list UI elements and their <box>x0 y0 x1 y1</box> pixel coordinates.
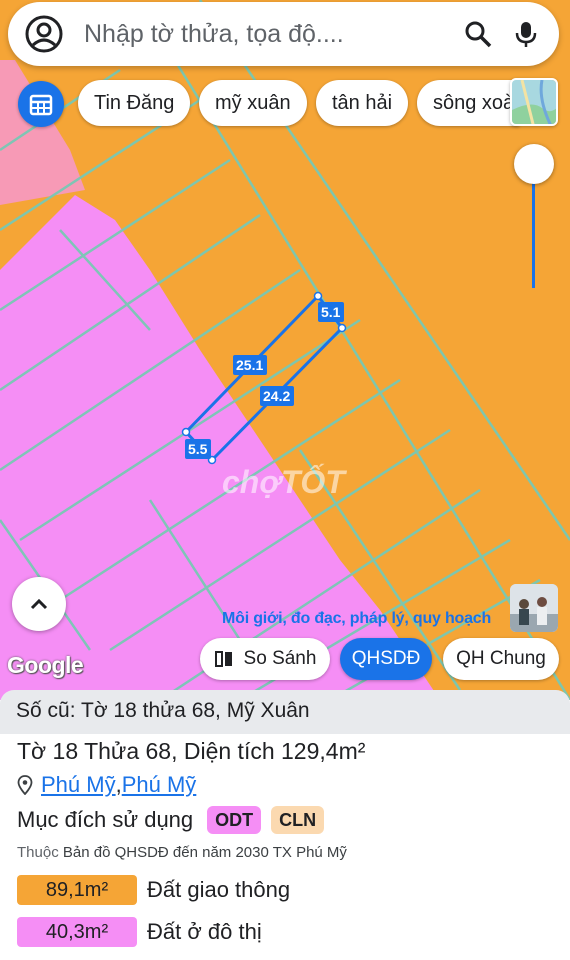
location-pin-icon <box>17 775 33 795</box>
google-logo: Google <box>7 652 84 678</box>
qh-chung-label: QH Chung <box>456 648 546 669</box>
parcel-info-sheet: Tờ 18 Thửa 68, Diện tích 129,4m² Phú Mỹ,… <box>0 734 570 960</box>
source-prefix: Thuộc <box>17 844 59 861</box>
old-reference-text: Số cũ: Tờ 18 thửa 68, Mỹ Xuân <box>16 699 310 722</box>
qh-chung-button[interactable]: QH Chung <box>443 638 559 680</box>
compare-button[interactable]: So Sánh <box>200 638 330 680</box>
parcel-title: Tờ 18 Thửa 68, Diện tích 129,4m² <box>17 738 366 764</box>
search-bar[interactable]: Nhập tờ thửa, tọa độ.... <box>8 2 559 66</box>
area-row-urban-residential: 40,3m² Đất ở đô thị <box>17 917 262 947</box>
expand-up-button[interactable] <box>12 577 66 631</box>
qhsdd-label: QHSDĐ <box>351 648 421 669</box>
area-value-traffic: 89,1m² <box>17 875 137 905</box>
chip-tan-hai[interactable]: tân hải <box>316 80 409 126</box>
chip-my-xuan[interactable]: mỹ xuân <box>199 80 307 126</box>
account-icon[interactable] <box>24 14 64 54</box>
chip-song-xoai[interactable]: sông xoài <box>417 80 519 126</box>
ad-photo-icon <box>510 584 558 632</box>
tag-odt: ODT <box>207 806 262 834</box>
area-row-traffic: 89,1m² Đất giao thông <box>17 875 290 905</box>
compare-icon <box>214 651 232 667</box>
area-label-urban-residential: Đất ở đô thị <box>147 919 262 944</box>
ward-link[interactable]: Phú Mỹ <box>41 772 116 798</box>
map-view[interactable]: 5.1 25.1 24.2 5.5 chợTỐT Nhập tờ thửa, t… <box>0 0 570 700</box>
qhsdd-button[interactable]: QHSDĐ <box>340 638 432 680</box>
calendar-button[interactable] <box>18 81 64 127</box>
edge-label-top: 5.1 <box>321 304 341 320</box>
purpose-label: Mục đích sử dụng <box>17 807 194 832</box>
map-layer-toggle[interactable] <box>510 78 558 126</box>
area-value-urban-residential: 40,3m² <box>17 917 137 947</box>
search-icon[interactable] <box>463 19 493 49</box>
ad-thumbnail[interactable] <box>510 584 558 632</box>
zoom-slider-track[interactable] <box>532 170 535 288</box>
tag-cln: CLN <box>271 806 325 834</box>
search-input[interactable]: Nhập tờ thửa, tọa độ.... <box>84 20 463 49</box>
calendar-icon <box>29 94 53 116</box>
parcel-location: Phú Mỹ, Phú Mỹ <box>17 772 196 798</box>
microphone-icon[interactable] <box>511 19 541 49</box>
town-link[interactable]: Phú Mỹ <box>122 772 197 798</box>
edge-label-right: 24.2 <box>263 388 290 404</box>
zoom-slider-handle[interactable] <box>514 144 554 184</box>
ad-banner-text[interactable]: Môi giới, đo đạc, pháp lý, quy hoạch <box>222 610 491 628</box>
map-layers-icon <box>512 80 556 124</box>
app: 5.1 25.1 24.2 5.5 chợTỐT Nhập tờ thửa, t… <box>0 0 570 960</box>
compare-label: So Sánh <box>243 648 317 669</box>
chip-tin-dang[interactable]: Tin Đăng <box>78 80 191 126</box>
land-use-purpose: Mục đích sử dụng ODT CLN <box>17 806 325 834</box>
source-map-name: Bản đồ QHSDĐ đến năm 2030 TX Phú Mỹ <box>62 844 347 861</box>
source-note: Thuộc Bản đồ QHSDĐ đến năm 2030 TX Phú M… <box>17 844 347 861</box>
old-reference-bar: Số cũ: Tờ 18 thửa 68, Mỹ Xuân <box>0 690 570 734</box>
area-label-traffic: Đất giao thông <box>147 877 291 902</box>
chotot-watermark: chợTỐT <box>222 464 345 500</box>
chevron-up-icon <box>30 598 48 610</box>
edge-label-left: 25.1 <box>236 357 263 373</box>
edge-label-bottom: 5.5 <box>188 441 208 457</box>
